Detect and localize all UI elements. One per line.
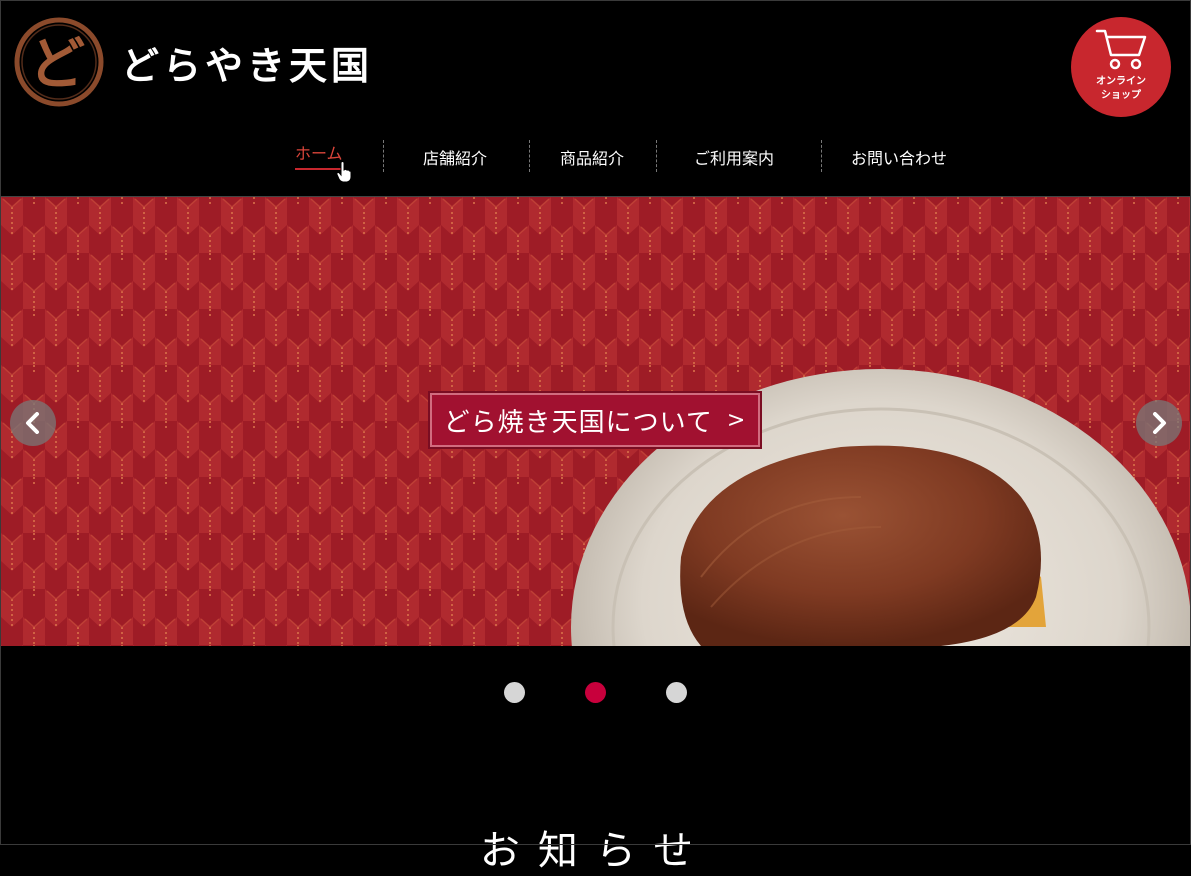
site-logo[interactable]: ど どらやき天国 — [13, 16, 373, 108]
online-shop-label: オンライン ショップ — [1096, 76, 1146, 101]
news-section-title: お知らせ — [479, 828, 712, 874]
site-name: どらやき天国 — [121, 42, 374, 88]
online-shop-button[interactable]: オンライン ショップ — [1071, 17, 1171, 117]
nav-item-stores[interactable]: 店舗紹介 — [423, 135, 487, 177]
nav-item-guide[interactable]: ご利用案内 — [694, 135, 774, 177]
nav-divider — [383, 140, 384, 172]
logo-mark-icon: ど — [14, 17, 104, 107]
slider-next-button[interactable] — [1136, 400, 1182, 446]
slider-dot-2[interactable] — [585, 682, 606, 703]
nav-divider — [821, 140, 822, 172]
slider-prev-button[interactable] — [10, 400, 56, 446]
slider-pagination — [0, 682, 1191, 704]
main-nav: ホーム 店舗紹介 商品紹介 ご利用案内 お問い合わせ — [0, 135, 1191, 177]
slider-dot-3[interactable] — [666, 682, 687, 703]
hand-pointer-icon — [336, 161, 352, 183]
shopping-cart-icon — [1095, 29, 1147, 70]
nav-divider — [656, 140, 657, 172]
nav-divider — [529, 140, 530, 172]
chevron-right-icon — [1153, 412, 1166, 434]
chevron-left-icon — [26, 412, 39, 434]
nav-item-products[interactable]: 商品紹介 — [560, 135, 624, 177]
about-cta-button[interactable]: どら焼き天国について > — [428, 391, 762, 449]
nav-item-contact[interactable]: お問い合わせ — [851, 135, 947, 177]
slider-dot-1[interactable] — [504, 682, 525, 703]
logo-char: ど — [29, 31, 85, 97]
